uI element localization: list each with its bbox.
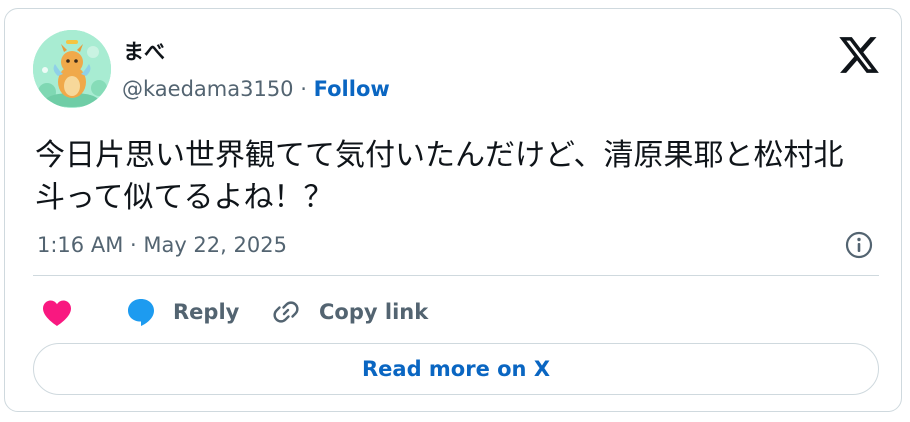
heart-icon[interactable]	[41, 298, 73, 328]
author-handle-row: @kaedama3150 · Follow	[122, 76, 390, 102]
copy-link-button[interactable]: Copy link	[271, 292, 428, 332]
speech-bubble-icon	[128, 299, 154, 326]
avatar[interactable]	[33, 30, 111, 108]
avatar-image	[33, 30, 111, 108]
link-icon	[273, 301, 299, 323]
copy-link-label: Copy link	[319, 300, 429, 324]
read-more-button[interactable]: Read more on X	[33, 343, 879, 395]
info-icon[interactable]	[844, 230, 874, 260]
x-logo-icon[interactable]	[837, 33, 881, 77]
reply-button[interactable]: Reply	[125, 292, 239, 332]
author-display-name[interactable]: まべ	[123, 39, 165, 65]
reply-label: Reply	[173, 300, 240, 324]
author-handle[interactable]: @kaedama3150	[122, 77, 294, 101]
tweet-embed-card: まべ @kaedama3150 · Follow 今日片思い世界観てて気付いたん…	[4, 8, 902, 412]
separator-dot: ·	[300, 77, 307, 101]
divider	[33, 275, 879, 276]
tweet-timestamp[interactable]: 1:16 AM · May 22, 2025	[37, 231, 287, 259]
tweet-text: 今日片思い世界観てて気付いたんだけど、清原果耶と松村北斗って似てるよね！？	[35, 138, 844, 215]
follow-link[interactable]: Follow	[314, 77, 390, 101]
